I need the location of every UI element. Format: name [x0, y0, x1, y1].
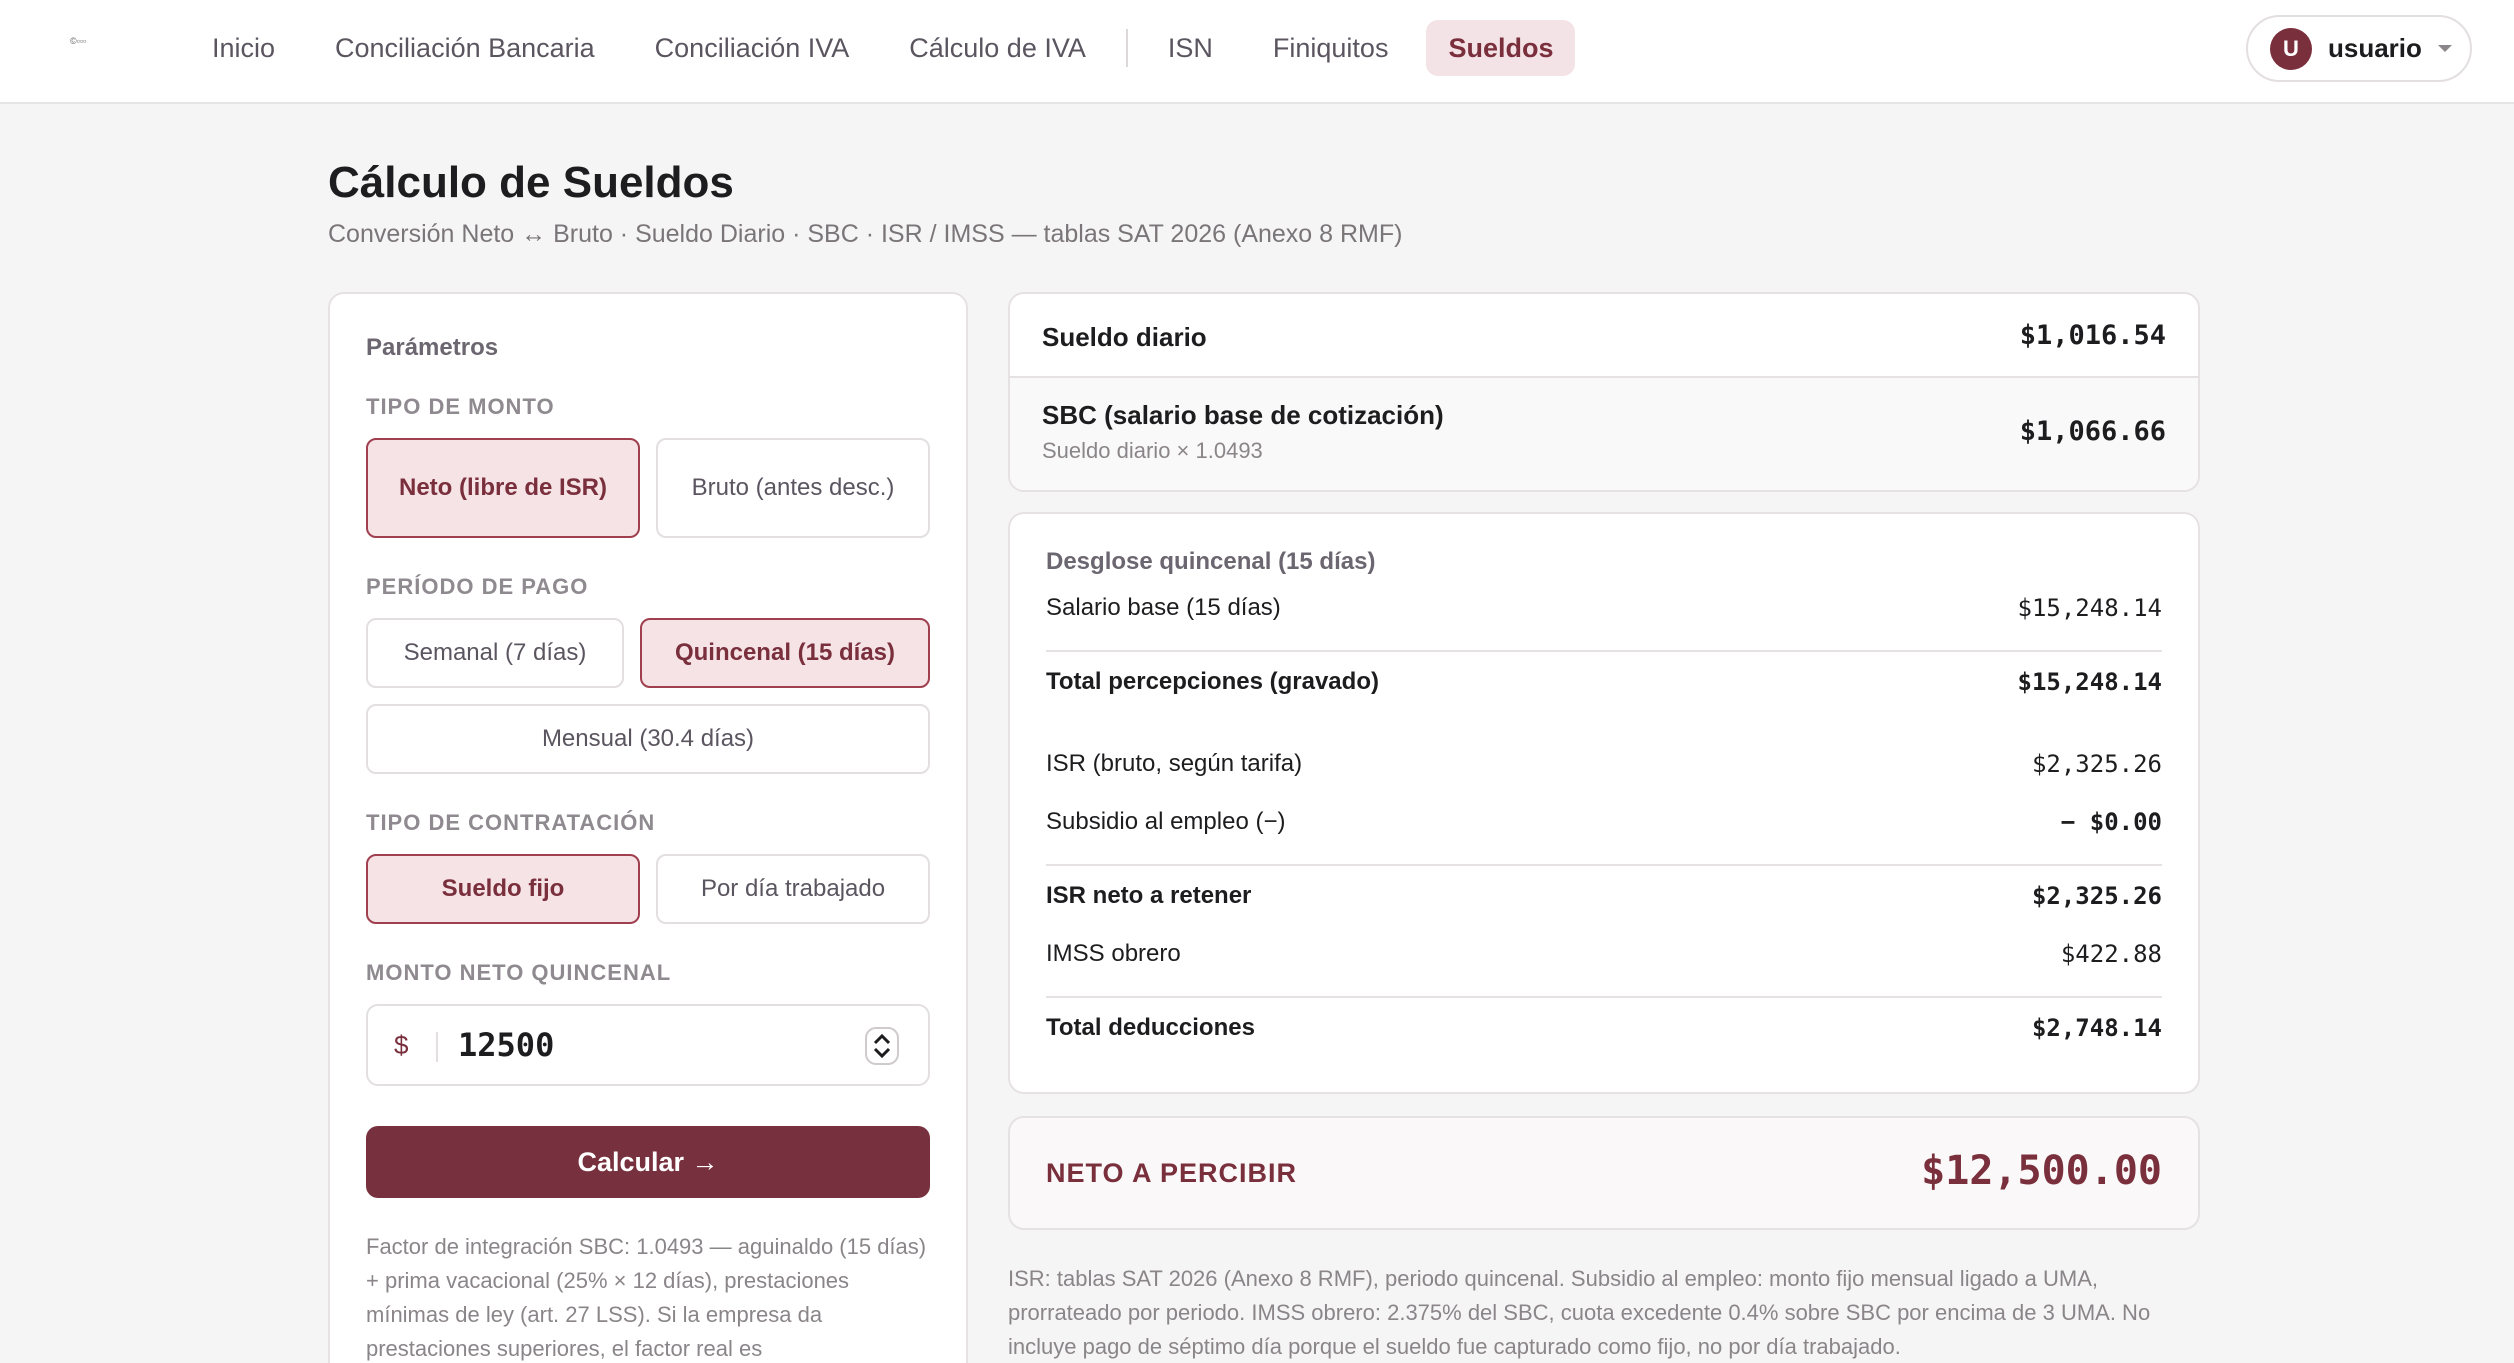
- parameters-title: Parámetros: [366, 334, 499, 361]
- row-value: $422.88: [2060, 940, 2162, 968]
- avatar: U: [2270, 27, 2312, 70]
- user-name: usuario: [2328, 33, 2422, 63]
- list-item: Salario base (15 días) $15,248.14: [1046, 590, 2162, 630]
- nav-item-conciliacion-bancaria[interactable]: Conciliación Bancaria: [313, 20, 617, 76]
- sbc-value: $1,066.66: [2019, 416, 2166, 447]
- option-por-dia[interactable]: Por día trabajado: [656, 854, 930, 924]
- nav-item-isn[interactable]: ISN: [1146, 20, 1235, 76]
- sueldo-diario-row: Sueldo diario $1,016.54: [1010, 294, 2198, 378]
- option-bruto[interactable]: Bruto (antes desc.): [656, 438, 930, 538]
- row-label: Total percepciones (gravado): [1046, 668, 1379, 695]
- monto-label: MONTO NETO QUINCENAL: [366, 960, 672, 985]
- row-label: IMSS obrero: [1046, 940, 1181, 967]
- page-subtitle: Conversión Neto ↔ Bruto · Sueldo Diario …: [328, 220, 1403, 248]
- row-label: Salario base (15 días): [1046, 594, 1281, 621]
- list-item: Total percepciones (gravado) $15,248.14: [1046, 664, 2162, 704]
- desglose-title: Desglose quincenal (15 días): [1046, 548, 1376, 575]
- page-title: Cálculo de Sueldos: [328, 158, 734, 207]
- nav-divider: [1125, 29, 1128, 67]
- periodo-pago-label: PERÍODO DE PAGO: [366, 574, 589, 599]
- divider: [1046, 996, 2162, 998]
- option-mensual[interactable]: Mensual (30.4 días): [366, 704, 930, 774]
- row-label: Total deducciones: [1046, 1014, 1255, 1041]
- sbc-sub: Sueldo diario × 1.0493: [1042, 438, 1263, 463]
- monto-input[interactable]: [458, 1022, 838, 1068]
- row-value: $2,748.14: [2031, 1014, 2162, 1042]
- logo[interactable]: ©▫▫▫: [70, 36, 100, 48]
- nav-item-calculo-iva[interactable]: Cálculo de IVA: [887, 20, 1108, 76]
- sbc-label: SBC (salario base de cotización): [1042, 400, 1444, 430]
- nav-item-inicio[interactable]: Inicio: [190, 20, 297, 76]
- option-sueldo-fijo[interactable]: Sueldo fijo: [366, 854, 640, 924]
- tipo-contratacion-label: TIPO DE CONTRATACIÓN: [366, 810, 656, 835]
- row-label: ISR neto a retener: [1046, 882, 1252, 909]
- option-quincenal[interactable]: Quincenal (15 días): [640, 618, 930, 688]
- sueldo-diario-label: Sueldo diario: [1042, 322, 1207, 352]
- row-label: Subsidio al empleo (−): [1046, 808, 1286, 835]
- row-value: − $0.00: [2060, 808, 2162, 836]
- user-menu-button[interactable]: U usuario: [2246, 15, 2472, 82]
- neto-label: NETO A PERCIBIR: [1046, 1158, 1298, 1188]
- option-neto[interactable]: Neto (libre de ISR): [366, 438, 640, 538]
- sbc-factor-note: Factor de integración SBC: 1.0493 — agui…: [366, 1234, 927, 1361]
- main-nav: Inicio Conciliación Bancaria Conciliació…: [190, 20, 1591, 76]
- chevron-down-icon: [2437, 45, 2452, 52]
- list-item: Total deducciones $2,748.14: [1046, 1010, 2162, 1050]
- neto-value: $12,500.00: [1921, 1148, 2162, 1194]
- list-item: ISR neto a retener $2,325.26: [1046, 878, 2162, 918]
- row-label: ISR (bruto, según tarifa): [1046, 750, 1303, 777]
- divider: [1046, 650, 2162, 652]
- currency-symbol: $: [394, 1030, 409, 1060]
- tipo-monto-label: TIPO DE MONTO: [366, 394, 555, 419]
- input-divider: [436, 1032, 438, 1062]
- nav-item-sueldos[interactable]: Sueldos: [1426, 20, 1576, 76]
- list-item: IMSS obrero $422.88: [1046, 936, 2162, 976]
- row-value: $2,325.26: [2031, 882, 2162, 910]
- nav-item-conciliacion-iva[interactable]: Conciliación IVA: [633, 20, 872, 76]
- neto-card: NETO A PERCIBIR $12,500.00: [1008, 1116, 2200, 1230]
- monto-input-wrapper: $: [366, 1004, 930, 1086]
- option-semanal[interactable]: Semanal (7 días): [366, 618, 624, 688]
- list-item: Subsidio al empleo (−) − $0.00: [1046, 804, 2162, 844]
- row-value: $2,325.26: [2031, 750, 2162, 778]
- nav-item-finiquitos[interactable]: Finiquitos: [1251, 20, 1411, 76]
- stepper-icon[interactable]: [864, 1026, 900, 1066]
- page: ©▫▫▫ Inicio Conciliación Bancaria Concil…: [0, 0, 2514, 1363]
- calcular-button[interactable]: Calcular →: [366, 1126, 930, 1198]
- desglose-card: Desglose quincenal (15 días) Salario bas…: [1008, 512, 2200, 1094]
- row-value: $15,248.14: [2017, 594, 2163, 622]
- row-value: $15,248.14: [2017, 668, 2163, 696]
- divider: [1046, 864, 2162, 866]
- sbc-row: SBC (salario base de cotización) Sueldo …: [1010, 378, 2198, 490]
- list-item: ISR (bruto, según tarifa) $2,325.26: [1046, 746, 2162, 786]
- daily-salary-card: Sueldo diario $1,016.54 SBC (salario bas…: [1008, 292, 2200, 492]
- top-navbar: ©▫▫▫ Inicio Conciliación Bancaria Concil…: [0, 0, 2514, 104]
- sueldo-diario-value: $1,016.54: [2019, 320, 2166, 351]
- parameters-card: Parámetros TIPO DE MONTO Neto (libre de …: [328, 292, 968, 1363]
- footnote: ISR: tablas SAT 2026 (Anexo 8 RMF), peri…: [1008, 1266, 2151, 1359]
